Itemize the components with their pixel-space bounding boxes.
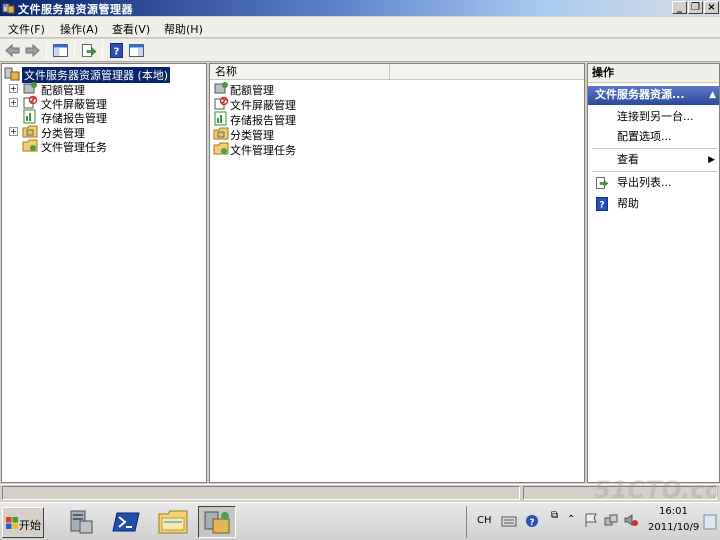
file-task-icon (213, 142, 229, 155)
windows-flag-icon (6, 517, 18, 529)
site-watermark: 51CTO.com (594, 476, 718, 504)
action-separator (592, 171, 717, 172)
tree-item-file-screen[interactable]: + 文件屏蔽管理 (2, 95, 202, 111)
action-label: 帮助 (617, 197, 639, 210)
action-configure-options[interactable]: 配置选项... (588, 128, 719, 146)
report-icon (23, 109, 36, 124)
svg-text:?: ? (114, 47, 120, 58)
action-label: 配置选项... (617, 130, 672, 143)
action-connect-another[interactable]: 连接到另一台... (588, 108, 719, 126)
menu-help[interactable]: 帮助(H) (164, 21, 203, 37)
actions-pane: 操作 文件服务器资源... ▲ 连接到另一台... 配置选项... 查看 ▶ 导… (587, 63, 720, 483)
keyboard-icon[interactable] (501, 514, 517, 528)
quota-icon (23, 82, 37, 94)
tree-item-storage-report[interactable]: 存储报告管理 (2, 109, 202, 125)
help-icon: ? (596, 197, 608, 211)
toolbar-separator (74, 42, 75, 59)
start-button[interactable]: 开始 (2, 507, 44, 538)
classification-icon (22, 125, 38, 138)
action-view[interactable]: 查看 ▶ (588, 151, 719, 169)
taskbar-powershell[interactable] (108, 506, 146, 538)
taskbar-server-manager[interactable] (62, 506, 100, 538)
tree-expander[interactable]: + (9, 84, 18, 93)
chevron-up-icon[interactable]: ⌃ (567, 514, 575, 525)
collapse-caret-icon[interactable]: ▲ (709, 86, 716, 104)
column-header-name[interactable]: 名称 (210, 64, 390, 80)
menu-file[interactable]: 文件(F) (8, 21, 45, 37)
language-indicator[interactable]: CH (477, 515, 492, 526)
report-icon (214, 111, 227, 126)
back-arrow-icon[interactable] (4, 42, 21, 59)
list-item-label: 文件屏蔽管理 (230, 99, 296, 112)
file-screen-icon (23, 95, 38, 109)
help-circle-icon[interactable]: ? (525, 514, 539, 528)
list-item-label: 文件管理任务 (230, 144, 296, 157)
actions-group-label: 文件服务器资源... (595, 88, 685, 101)
close-button[interactable]: × (704, 1, 719, 14)
show-action-pane-icon[interactable] (128, 42, 145, 59)
forward-arrow-icon[interactable] (24, 42, 41, 59)
action-label: 查看 (617, 153, 639, 166)
show-console-tree-icon[interactable] (52, 42, 69, 59)
export-icon (596, 177, 609, 189)
start-label: 开始 (19, 519, 41, 532)
file-server-resource-manager-icon (4, 67, 20, 81)
svg-text:51CTO.com: 51CTO.com (594, 476, 718, 504)
list-item-label: 配额管理 (230, 84, 274, 97)
action-help[interactable]: ? 帮助 (588, 195, 719, 213)
classification-icon (213, 127, 229, 140)
submenu-arrow-icon: ▶ (708, 155, 715, 165)
file-screen-icon (214, 96, 229, 110)
file-task-icon (22, 139, 38, 152)
console-tree-pane[interactable]: 文件服务器资源管理器 (本地) + 配额管理 + 文件屏蔽管理 存储报告管理 + (1, 63, 207, 483)
taskbar-explorer[interactable] (154, 506, 192, 538)
tree-item-classification[interactable]: + 分类管理 (2, 124, 202, 140)
export-list-icon[interactable] (80, 42, 97, 59)
minimize-button[interactable]: _ (672, 1, 687, 14)
actions-group-header[interactable]: 文件服务器资源... ▲ (588, 86, 719, 105)
status-segment (2, 486, 520, 500)
list-header: 名称 (210, 64, 584, 80)
tree-expander[interactable]: + (9, 127, 18, 136)
powershell-icon (112, 512, 140, 532)
svg-text:?: ? (599, 201, 604, 211)
server-manager-icon (70, 510, 93, 534)
taskbar-fsrm-active[interactable] (198, 506, 236, 538)
tree-item-file-task[interactable]: 文件管理任务 (2, 138, 202, 154)
restore-button[interactable]: ❐ (688, 1, 703, 14)
action-export-list[interactable]: 导出列表... (588, 174, 719, 192)
actions-title: 操作 (588, 64, 719, 83)
tree-item-label: 文件管理任务 (41, 141, 107, 154)
title-bar: 文件服务器资源管理器 _ ❐ × (0, 0, 720, 16)
toolbar: ? (0, 39, 720, 62)
restore-tray-icon[interactable]: ⧉ (551, 510, 558, 521)
toolbar-separator (102, 42, 103, 59)
menu-action[interactable]: 操作(A) (60, 21, 98, 37)
list-item-label: 分类管理 (230, 129, 274, 142)
quota-icon (214, 82, 228, 94)
column-header-empty[interactable] (390, 64, 584, 80)
list-item-label: 存储报告管理 (230, 114, 296, 127)
file-server-resource-manager-icon (204, 511, 230, 534)
svg-text:?: ? (529, 518, 534, 528)
menu-bar: 文件(F) 操作(A) 查看(V) 帮助(H) (0, 17, 720, 38)
help-icon[interactable]: ? (108, 42, 125, 59)
explorer-folder-icon (158, 510, 188, 534)
menu-view[interactable]: 查看(V) (112, 21, 150, 37)
results-list-pane[interactable]: 名称 配额管理 文件屏蔽管理 存储报告管理 分类管理 文件管理任务 (209, 63, 585, 483)
action-separator (592, 148, 717, 149)
action-label: 导出列表... (617, 176, 672, 189)
action-label: 连接到另一台... (617, 110, 694, 123)
window-title: 文件服务器资源管理器 (18, 3, 133, 16)
toolbar-separator (46, 42, 47, 59)
tree-item-quota[interactable]: + 配额管理 (2, 81, 202, 97)
file-server-app-icon (2, 3, 15, 14)
tree-expander[interactable]: + (9, 98, 18, 107)
